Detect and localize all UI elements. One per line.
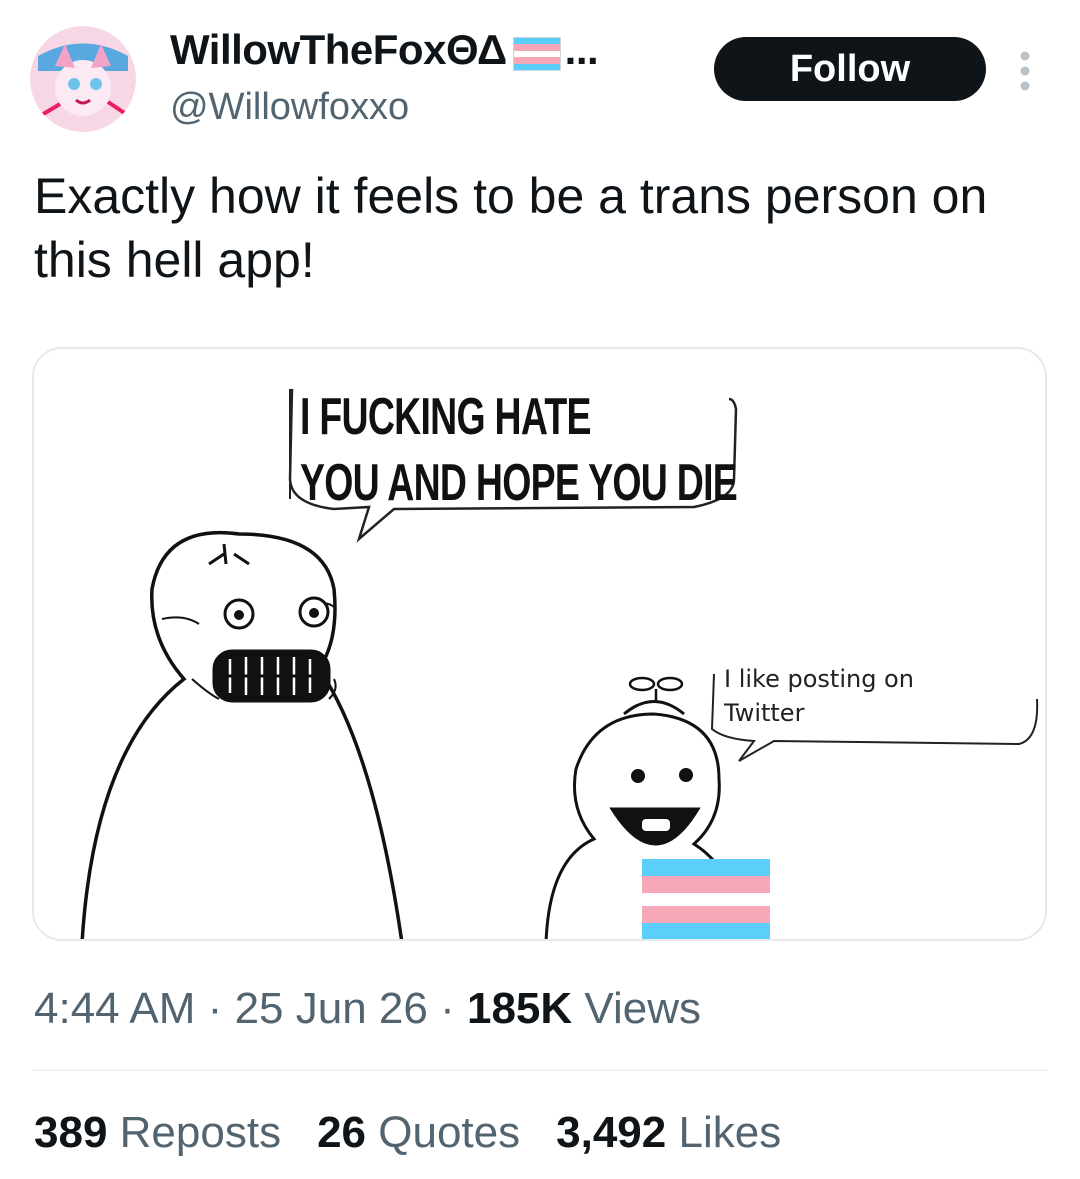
tweet-text: Exactly how it feels to be a trans perso… [34, 168, 988, 288]
transgender-flag-icon [512, 33, 561, 71]
author-handle[interactable]: @Willowfoxxo [170, 86, 409, 129]
meta-separator: · [207, 984, 223, 1033]
tweet-header: WillowTheFoxΘΔ ... @Willowfoxxo Follow [0, 0, 1080, 140]
likes-count: 3,492 [556, 1108, 667, 1157]
engagement-stats: 389 Reposts 26 Quotes 3,492 Likes [34, 1108, 781, 1158]
more-vertical-icon[interactable] [1010, 46, 1040, 96]
reposts-stat[interactable]: 389 Reposts [34, 1108, 281, 1158]
fox-avatar-icon[interactable] [30, 26, 136, 132]
views-label: Views [584, 984, 701, 1033]
meme-speech-line-1: I FUCKING HATE [300, 388, 592, 446]
meta-separator: · [440, 984, 455, 1033]
reposts-count: 389 [34, 1108, 108, 1157]
views-count: 185K [466, 984, 573, 1033]
meme-speech-line-2: YOU AND HOPE YOU DIE [300, 454, 738, 512]
quotes-stat[interactable]: 26 Quotes [317, 1108, 520, 1158]
follow-button[interactable]: Follow [714, 37, 986, 101]
reposts-label: Reposts [119, 1108, 282, 1157]
likes-label: Likes [678, 1108, 782, 1157]
display-name-text: WillowTheFoxΘΔ [170, 26, 507, 73]
tweet-meta: 4:44 AM · 25 Jun 26 · 185K Views [34, 984, 701, 1034]
divider [32, 1069, 1048, 1071]
transgender-flag-icon [642, 859, 770, 939]
quotes-label: Quotes [378, 1108, 521, 1157]
tweet-media-image[interactable]: I FUCKING HATE YOU AND HOPE YOU DIE I li… [32, 347, 1047, 941]
tweet-date[interactable]: 25 Jun 26 [235, 984, 428, 1033]
tweet-time[interactable]: 4:44 AM [34, 984, 195, 1033]
quotes-count: 26 [317, 1108, 367, 1157]
display-name-ellipsis: ... [564, 26, 599, 73]
author-display-name[interactable]: WillowTheFoxΘΔ ... [170, 26, 599, 74]
meme-small-speech-line-2: Twitter [724, 699, 805, 727]
likes-stat[interactable]: 3,492 Likes [556, 1108, 781, 1158]
meme-small-speech-line-1: I like posting on [724, 665, 914, 693]
